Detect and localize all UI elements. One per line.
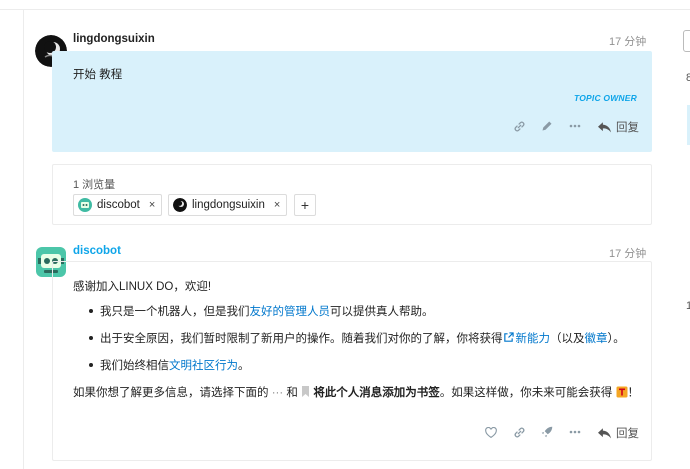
chip-label: discobot <box>97 199 140 211</box>
chip-label: lingdongsuixin <box>192 199 265 211</box>
post2-reply-button[interactable]: 回复 <box>598 425 639 441</box>
topic-owner-badge: TOPIC OWNER <box>574 93 637 103</box>
moderators-link[interactable]: 友好的管理人员 <box>250 306 331 318</box>
footer-text: 如果你想了解更多信息，请选择下面的 <box>73 387 269 399</box>
link-icon[interactable] <box>510 423 528 441</box>
bullet-2-tail: ）。 <box>607 333 625 345</box>
view-count: 1 浏览量 <box>73 179 116 191</box>
bullet-3: 我们始终相信文明社区行为。 <box>100 357 250 373</box>
timeline-line <box>23 10 24 469</box>
footer-end: ！ <box>627 387 640 399</box>
external-link-icon <box>503 332 516 345</box>
remove-icon[interactable]: × <box>149 199 155 211</box>
post1-username[interactable]: lingdongsuixin <box>73 33 155 45</box>
bullet-1-tail: 可以提供真人帮助。 <box>330 306 434 318</box>
more-icon[interactable] <box>566 117 584 135</box>
post1-time[interactable]: 17 分钟 <box>609 33 646 49</box>
bullet <box>89 363 93 367</box>
discobot-avatar-small <box>78 198 92 212</box>
bullet-3-tail: 。 <box>238 360 250 372</box>
bullet <box>89 336 93 340</box>
reply-icon <box>598 121 611 132</box>
more-icon[interactable] <box>566 423 584 441</box>
post2-reply-label: 回复 <box>616 428 639 440</box>
bullet-3-text: 我们始终相信 <box>100 360 169 372</box>
top-divider <box>0 9 690 10</box>
post1-content: 开始 教程 <box>73 69 123 81</box>
bookmark-icon <box>301 386 310 399</box>
certificate-badge-icon <box>616 386 628 399</box>
participant-chip-discobot[interactable]: discobot × <box>73 194 163 216</box>
reply-icon <box>598 427 611 438</box>
badges-link[interactable]: 徽章 <box>585 333 608 345</box>
side-number-2: 1 <box>686 300 690 312</box>
post2-username[interactable]: discobot <box>73 245 121 257</box>
bullet-1: 我只是一个机器人，但是我们友好的管理人员可以提供真人帮助。 <box>100 303 434 319</box>
civilized-community-link[interactable]: 文明社区行为 <box>169 360 238 372</box>
bullet-1-text: 我只是一个机器人，但是我们 <box>100 306 250 318</box>
post1-reply-button[interactable]: 回复 <box>598 119 639 135</box>
participant-chip-lingdongsuixin[interactable]: lingdongsuixin × <box>168 194 288 216</box>
bullet-2-mid: （以及 <box>550 333 585 345</box>
bullet-2-text: 出于安全原因，我们暂时限制了新用户的操作。随着我们对你的了解，你将获得 <box>100 333 503 345</box>
bullet-2: 出于安全原因，我们暂时限制了新用户的操作。随着我们对你的了解，你将获得 新能力（以… <box>100 330 625 346</box>
post2-time[interactable]: 17 分钟 <box>609 245 646 261</box>
edit-icon[interactable] <box>538 117 556 135</box>
bullet <box>89 309 93 313</box>
welcome-text: 感谢加入LINUX DO，欢迎! <box>73 281 212 293</box>
side-control[interactable] <box>683 30 690 52</box>
footer-tail: 。如果这样做，你未来可能会获得 <box>439 387 613 399</box>
side-number: 8 <box>686 72 690 84</box>
lingdongsuixin-avatar-small <box>173 198 187 212</box>
add-participant-button[interactable]: + <box>294 194 316 216</box>
new-abilities-link[interactable]: 新能力 <box>516 333 551 345</box>
more-dots: ··· <box>271 387 284 399</box>
like-icon[interactable] <box>482 423 500 441</box>
bookmark-instruction-bold: 将此个人消息添加为书签 <box>313 387 440 399</box>
post1-reply-label: 回复 <box>616 122 639 134</box>
link-icon[interactable] <box>510 117 528 135</box>
post1-body <box>52 51 652 152</box>
bookmark-instructions: 如果你想了解更多信息，请选择下面的 ··· 和 将此个人消息添加为书签。如果这样… <box>73 384 639 400</box>
rocket-icon[interactable] <box>538 423 556 441</box>
footer-and: 和 <box>286 387 298 399</box>
remove-icon[interactable]: × <box>274 199 280 211</box>
